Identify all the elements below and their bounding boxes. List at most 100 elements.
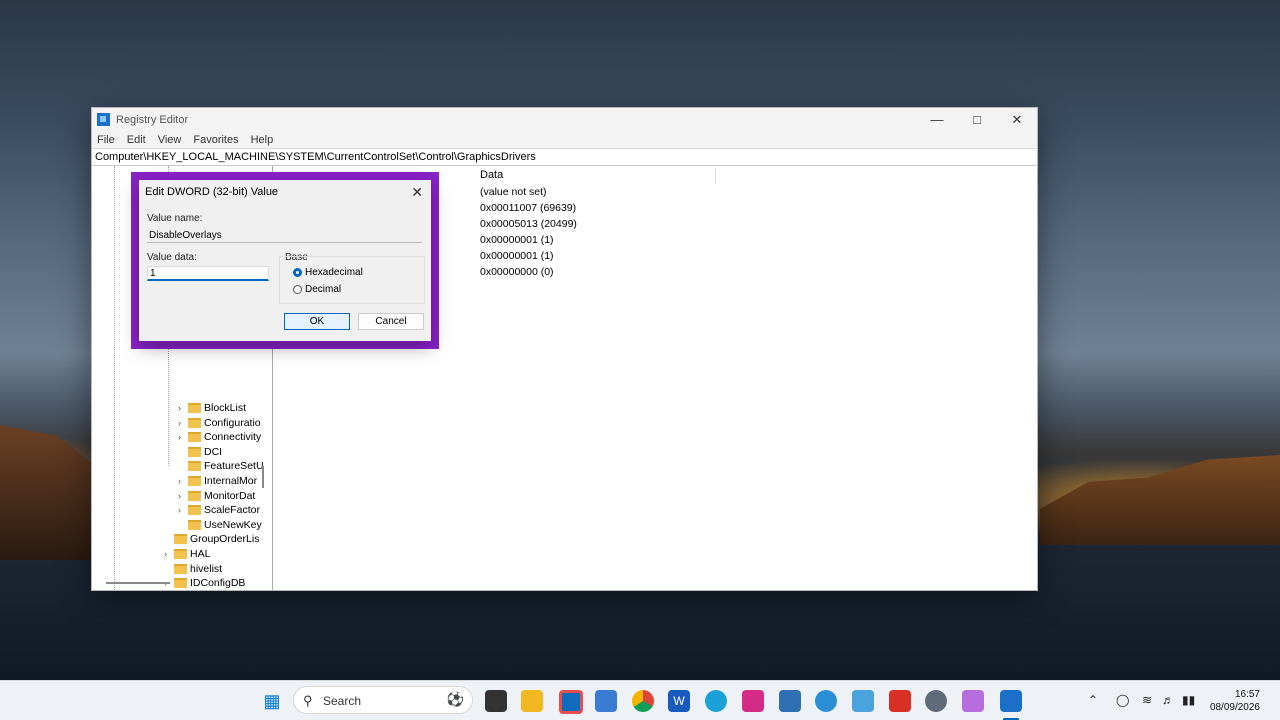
menu-favorites[interactable]: Favorites — [193, 134, 238, 146]
menu-file[interactable]: File — [97, 134, 115, 146]
data-cell[interactable]: 0x00011007 (69639) — [480, 202, 576, 214]
value-data-input[interactable]: 1 — [147, 266, 269, 281]
file-explorer-icon[interactable] — [521, 690, 543, 712]
tree-node-label: FeatureSetU — [204, 460, 264, 473]
taskbar-search[interactable]: ⚲ Search ⚽ — [293, 686, 473, 714]
folder-icon — [188, 432, 201, 443]
chrome-icon[interactable] — [632, 690, 654, 712]
chevron-right-icon[interactable]: › — [164, 549, 174, 559]
data-cell[interactable]: 0x00000001 (1) — [480, 234, 554, 246]
menu-view[interactable]: View — [158, 134, 182, 146]
data-cell[interactable]: 0x00000000 (0) — [480, 266, 554, 278]
sync-icon[interactable] — [815, 690, 837, 712]
chevron-right-icon[interactable]: › — [178, 491, 188, 501]
radio-selected-icon — [293, 268, 302, 277]
edge-icon[interactable] — [705, 690, 727, 712]
tree-node[interactable]: GroupOrderLis — [164, 532, 259, 546]
tree-node[interactable]: › InternalMor — [178, 474, 257, 488]
folder-icon — [188, 461, 201, 472]
edit-dword-dialog: Edit DWORD (32-bit) Value ✕ Value name: … — [139, 180, 431, 341]
folder-icon — [188, 476, 201, 486]
maximize-button[interactable]: □ — [957, 108, 997, 131]
clock-time: 16:57 — [1234, 689, 1260, 700]
data-column-header[interactable]: Data — [480, 169, 503, 181]
tree-node[interactable]: ›IDConfigDB — [164, 576, 245, 590]
tree-node-label: Configuratio — [204, 416, 261, 429]
word-icon[interactable]: W — [668, 690, 690, 712]
chevron-up-icon[interactable]: ⌃ — [1088, 693, 1098, 707]
search-icon: ⚲ — [303, 693, 313, 708]
tree-node[interactable]: hivelist — [164, 562, 222, 576]
tree-node[interactable]: › Connectivity — [178, 430, 261, 444]
value-data-label: Value data: — [147, 252, 197, 263]
network-status-icon[interactable]: ◯ — [1116, 693, 1129, 707]
dialog-close-icon[interactable]: ✕ — [411, 184, 423, 201]
wifi-icon[interactable]: ≋ — [1142, 693, 1152, 707]
tree-node[interactable]: › ScaleFactor — [178, 503, 260, 517]
tree-node[interactable]: › BlockList — [178, 401, 246, 415]
folder-icon — [188, 403, 201, 413]
address-bar[interactable]: Computer\HKEY_LOCAL_MACHINE\SYSTEM\Curre… — [92, 148, 1037, 166]
folder-icon — [188, 417, 201, 428]
creative-app-icon[interactable] — [742, 690, 764, 712]
tree-node-label: IDConfigDB — [190, 577, 246, 590]
data-cell[interactable]: 0x00000001 (1) — [480, 250, 554, 262]
widgets-icon: ⚽ — [446, 691, 464, 707]
menu-edit[interactable]: Edit — [127, 134, 146, 146]
decimal-radio[interactable]: Decimal — [293, 284, 341, 295]
volume-icon[interactable]: ♬ — [1162, 693, 1174, 707]
tree-node[interactable]: UseNewKey — [178, 518, 262, 532]
minimize-button[interactable]: — — [917, 108, 957, 131]
tree-node[interactable]: › HAL — [164, 547, 210, 561]
registry-editor-icon — [97, 113, 110, 126]
value-name-field: DisableOverlays — [147, 228, 422, 243]
title-bar[interactable]: Registry Editor — □ ✕ — [92, 108, 1037, 131]
clock-date: 08/09/2026 — [1209, 702, 1260, 713]
menu-help[interactable]: Help — [251, 134, 274, 146]
folder-icon — [174, 549, 187, 559]
horizontal-scrollbar[interactable] — [106, 582, 170, 584]
acrobat-icon[interactable] — [889, 690, 911, 712]
folder-icon — [174, 563, 187, 574]
folder-icon — [188, 519, 201, 530]
tree-node-label: HAL — [190, 548, 211, 560]
tree-node[interactable]: › Configuratio — [178, 416, 261, 430]
chevron-right-icon[interactable]: › — [178, 476, 188, 486]
tree-node-label: MonitorDat — [204, 489, 256, 502]
vertical-scrollbar[interactable] — [262, 466, 264, 488]
tree-node-label: hivelist — [190, 562, 223, 575]
taskbar: ▦ ⚲ Search ⚽ W ⌃ ◯ ≋ ♬ ▮▮ 16:57 08/09/20… — [0, 680, 1280, 720]
data-cell[interactable]: 0x00005013 (20499) — [480, 218, 577, 230]
settings-icon[interactable] — [925, 690, 947, 712]
registry-editor-taskbar-icon[interactable] — [1000, 690, 1022, 712]
tree-node-label: GroupOrderLis — [190, 533, 260, 546]
tree-node[interactable]: FeatureSetU — [178, 459, 264, 473]
windows-start-icon[interactable]: ▦ — [261, 690, 283, 712]
microsoft-store-icon[interactable] — [595, 690, 617, 712]
snipping-tool-icon[interactable] — [852, 690, 874, 712]
folder-icon — [188, 490, 201, 501]
clock[interactable]: 16:57 08/09/2026 — [1210, 688, 1260, 714]
hexadecimal-radio[interactable]: Hexadecimal — [293, 267, 363, 278]
paint-icon[interactable] — [962, 690, 984, 712]
tree-node[interactable]: DCI — [178, 445, 222, 459]
chevron-right-icon[interactable]: › — [178, 403, 188, 413]
cancel-button[interactable]: Cancel — [358, 313, 424, 330]
chevron-right-icon[interactable]: › — [178, 432, 188, 442]
outlook-icon[interactable] — [559, 690, 583, 714]
ok-button[interactable]: OK — [284, 313, 350, 330]
chevron-right-icon[interactable]: › — [178, 505, 188, 515]
data-cell[interactable]: (value not set) — [480, 186, 547, 198]
tree-node[interactable]: › MonitorDat — [178, 489, 255, 503]
value-name-label: Value name: — [147, 213, 203, 224]
close-window-button[interactable]: ✕ — [997, 108, 1037, 131]
decimal-label: Decimal — [305, 284, 342, 295]
tree-node-label: ScaleFactor — [204, 504, 261, 517]
dialog-title: Edit DWORD (32-bit) Value — [145, 186, 279, 198]
folder-icon — [188, 446, 201, 457]
task-view-icon[interactable] — [485, 690, 507, 712]
photos-icon[interactable] — [779, 690, 801, 712]
folder-icon — [174, 534, 187, 545]
battery-icon[interactable]: ▮▮ — [1182, 693, 1195, 707]
chevron-right-icon[interactable]: › — [178, 418, 188, 428]
